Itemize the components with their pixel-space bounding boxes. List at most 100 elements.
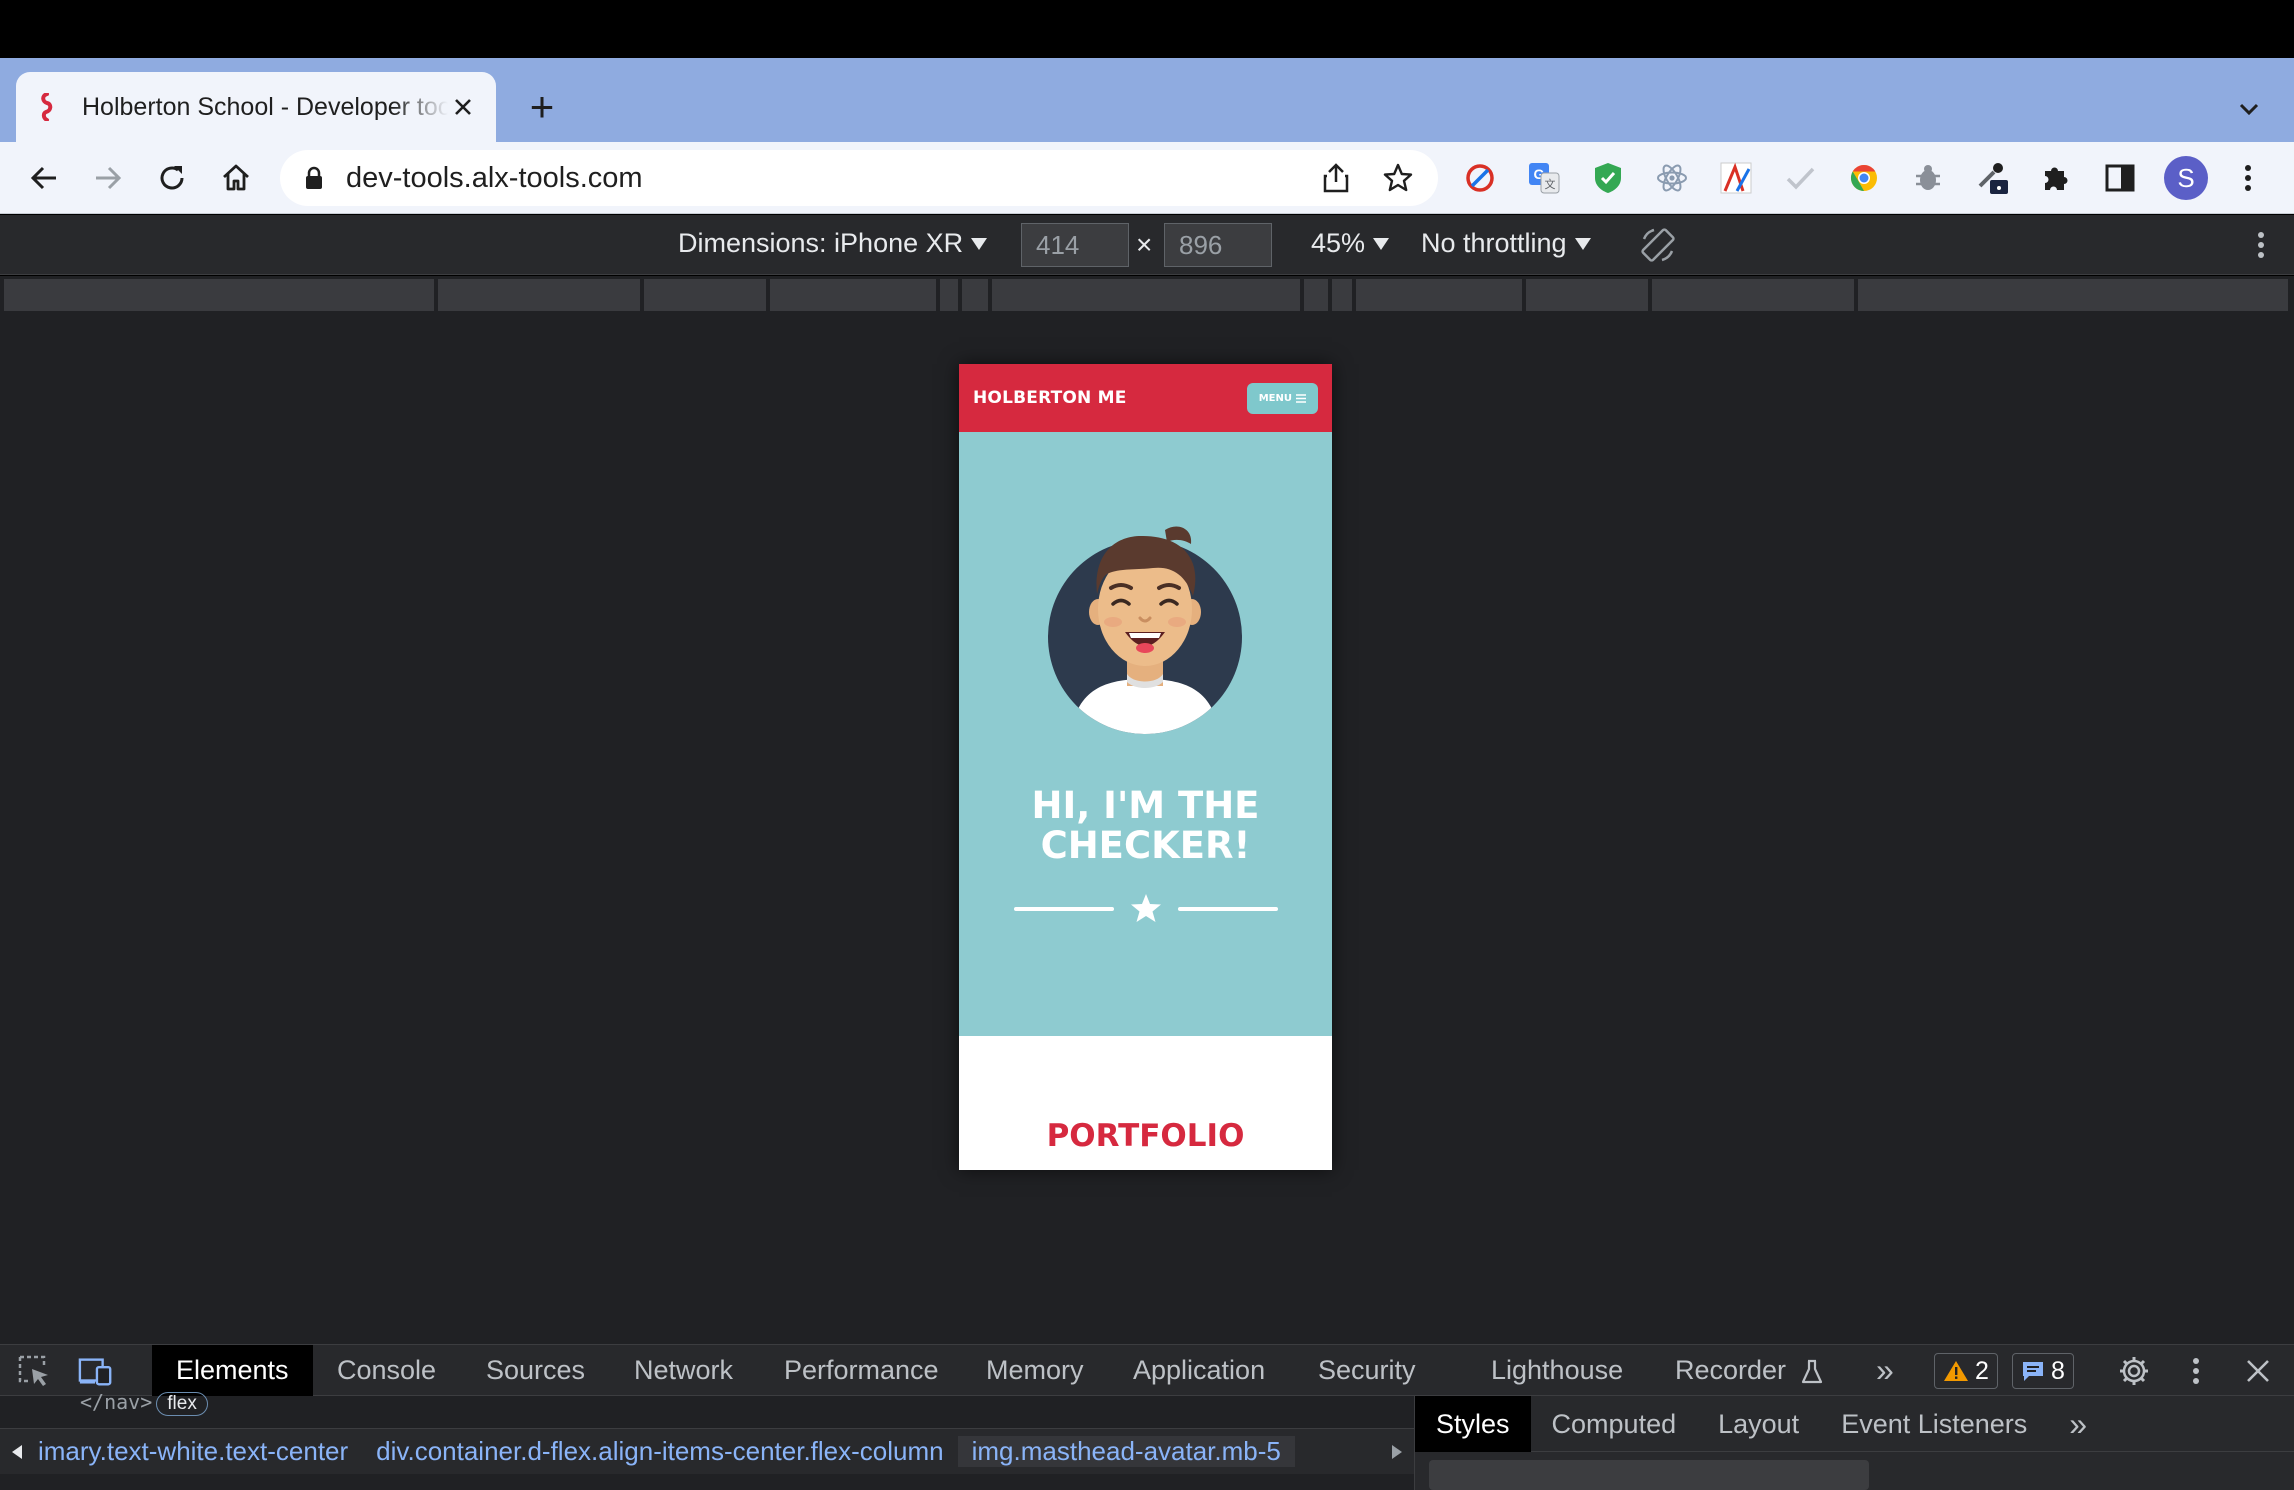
styles-filter-input[interactable] [1429, 1460, 1869, 1490]
star-icon [1131, 894, 1161, 922]
width-input[interactable]: 414 [1021, 223, 1129, 267]
tab-recorder[interactable]: Recorder [1675, 1345, 1824, 1396]
tab-performance[interactable]: Performance [784, 1345, 939, 1396]
close-devtools-icon[interactable] [2240, 1353, 2276, 1389]
styles-filter-row [1415, 1452, 2294, 1490]
breadcrumb: imary.text-white.text-center div.contain… [0, 1428, 1414, 1474]
media-query-segment[interactable] [1332, 279, 1354, 311]
react-devtools-icon[interactable] [1654, 160, 1690, 196]
dimension-times-separator: × [1136, 229, 1153, 260]
browser-tab[interactable]: Holberton School - Developer tools [16, 72, 496, 142]
dom-tree-snippet[interactable]: </nav> flex [80, 1390, 208, 1416]
close-tab-icon[interactable] [448, 92, 478, 122]
url-text[interactable]: dev-tools.alx-tools.com [346, 162, 1294, 195]
reload-icon[interactable] [150, 156, 194, 200]
tab-computed[interactable]: Computed [1531, 1396, 1698, 1452]
flex-badge[interactable]: flex [156, 1392, 208, 1416]
bookmark-star-icon[interactable] [1378, 158, 1418, 198]
throttling-dropdown[interactable]: No throttling [1421, 228, 1591, 259]
tab-strip: Holberton School - Developer tools + [0, 58, 2294, 142]
breadcrumb-item-container[interactable]: div.container.d-flex.align-items-center.… [362, 1436, 957, 1467]
tab-styles[interactable]: Styles [1415, 1395, 1531, 1452]
check-extension-icon[interactable] [1782, 160, 1818, 196]
media-query-segment[interactable] [992, 279, 1302, 311]
breadcrumb-item-img[interactable]: img.masthead-avatar.mb-5 [957, 1436, 1295, 1467]
tab-recorder-label: Recorder [1675, 1355, 1787, 1385]
tab-lighthouse[interactable]: Lighthouse [1491, 1345, 1623, 1396]
tab-console[interactable]: Console [337, 1345, 436, 1396]
device-viewport-canvas: HOLBERTON ME MENU HI, I'M THE CHECKER! P… [0, 316, 2294, 1344]
share-icon[interactable] [1316, 158, 1356, 198]
chrome-extension-icon[interactable] [1846, 160, 1882, 196]
media-query-segment[interactable] [1858, 279, 2290, 311]
home-icon[interactable] [214, 156, 258, 200]
devtools-body: </nav> flex imary.text-white.text-center … [0, 1390, 2294, 1490]
site-brand-link[interactable]: HOLBERTON ME [973, 388, 1127, 408]
media-query-segment[interactable] [438, 279, 642, 311]
media-query-segment[interactable] [1356, 279, 1524, 311]
rotate-icon[interactable] [1638, 225, 1678, 265]
zoom-dropdown[interactable]: 45% [1311, 228, 1390, 259]
new-tab-button[interactable]: + [522, 86, 562, 128]
warnings-badge[interactable]: 2 [1934, 1353, 1998, 1389]
media-query-segment[interactable] [940, 279, 960, 311]
media-query-segment[interactable] [1304, 279, 1330, 311]
tab-event-listeners[interactable]: Event Listeners [1820, 1396, 2048, 1452]
google-translate-icon[interactable]: G文 [1526, 160, 1562, 196]
tab-security[interactable]: Security [1318, 1345, 1416, 1396]
tab-title: Holberton School - Developer tools [82, 92, 448, 121]
settings-gear-icon[interactable] [2116, 1353, 2152, 1389]
eyedropper-extension-icon[interactable] [1974, 160, 2010, 196]
zoom-label: 45% [1311, 228, 1366, 258]
media-query-segment[interactable] [1526, 279, 1650, 311]
media-query-segment[interactable] [1652, 279, 1856, 311]
ublock-icon[interactable] [1462, 160, 1498, 196]
menu-label: MENU [1258, 392, 1292, 404]
menu-button[interactable]: MENU [1246, 382, 1318, 414]
puzzle-extensions-icon[interactable] [2038, 160, 2074, 196]
lock-icon[interactable] [300, 164, 328, 192]
adobe-extension-icon[interactable] [1718, 160, 1754, 196]
tab-sources[interactable]: Sources [486, 1345, 585, 1396]
site-navbar: HOLBERTON ME MENU [959, 364, 1332, 432]
dimensions-label: Dimensions: iPhone XR [678, 228, 964, 258]
devtools-more-kebab-icon[interactable] [2178, 1353, 2214, 1389]
tab-elements[interactable]: Elements [152, 1345, 313, 1396]
more-tabs-chevron-icon[interactable]: » [1876, 1345, 1894, 1396]
height-input[interactable]: 896 [1164, 223, 1272, 267]
breadcrumb-left-arrow-icon[interactable] [0, 1429, 34, 1474]
devtools-tab-bar: Elements Console Sources Network Perform… [0, 1344, 2294, 1396]
device-toolbar-toggle-icon[interactable] [78, 1353, 114, 1389]
forward-arrow-icon[interactable] [86, 156, 130, 200]
back-arrow-icon[interactable] [22, 156, 66, 200]
breadcrumb-item-header[interactable]: imary.text-white.text-center [34, 1436, 362, 1467]
masthead-avatar-image [1045, 514, 1245, 734]
media-query-segment[interactable] [644, 279, 768, 311]
dom-closing-tag: </nav> [80, 1390, 153, 1414]
inspect-element-icon[interactable] [16, 1353, 52, 1389]
profile-avatar[interactable]: S [2164, 156, 2208, 200]
media-query-segment[interactable] [770, 279, 938, 311]
address-bar[interactable]: dev-tools.alx-tools.com [280, 150, 1438, 206]
media-query-segment[interactable] [962, 279, 990, 311]
tab-network[interactable]: Network [634, 1345, 733, 1396]
styles-pane: Styles Computed Layout Event Listeners » [1414, 1395, 2294, 1490]
media-query-segment[interactable] [4, 279, 436, 311]
side-panel-icon[interactable] [2102, 160, 2138, 196]
styles-more-chevron-icon[interactable]: » [2048, 1396, 2108, 1452]
tab-application[interactable]: Application [1133, 1345, 1265, 1396]
bug-extension-icon[interactable] [1910, 160, 1946, 196]
device-toolbar-more-icon[interactable] [2256, 227, 2266, 263]
tab-layout[interactable]: Layout [1697, 1396, 1820, 1452]
messages-badge[interactable]: 8 [2012, 1353, 2074, 1389]
shield-extension-icon[interactable] [1590, 160, 1626, 196]
browser-toolbar: dev-tools.alx-tools.com G文 S [0, 142, 2294, 214]
messages-count: 8 [2051, 1356, 2065, 1385]
tab-search-chevron-icon[interactable] [2234, 94, 2264, 124]
tab-memory[interactable]: Memory [986, 1345, 1084, 1396]
dropdown-caret-icon [971, 237, 988, 250]
device-dimensions-dropdown[interactable]: Dimensions: iPhone XR [678, 228, 988, 259]
breadcrumb-right-arrow-icon[interactable] [1380, 1429, 1414, 1474]
experimental-flask-icon [1801, 1359, 1822, 1383]
browser-menu-kebab-icon[interactable] [2230, 160, 2266, 196]
